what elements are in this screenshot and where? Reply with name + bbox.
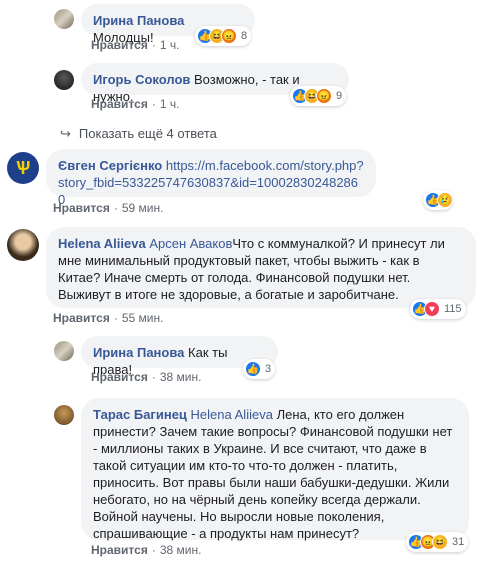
comment-actions: Нравится · 55 мин. [53, 311, 164, 325]
comment-actions: Нравится · 59 мин. [53, 201, 164, 215]
comment-author[interactable]: Игорь Соколов [93, 72, 190, 87]
angry-reaction-icon: 😠 [316, 88, 332, 104]
reaction-count: 8 [241, 30, 248, 42]
timestamp[interactable]: 59 мин. [122, 201, 164, 215]
reaction-summary[interactable]: 👍 3 [243, 359, 276, 379]
comment-actions: Нравится · 38 мин. [91, 370, 202, 384]
reaction-count: 115 [444, 303, 462, 315]
reaction-count: 31 [452, 536, 465, 548]
like-link[interactable]: Нравится [91, 370, 148, 384]
comment-bubble: Helena Aliieva Арсен АваковЧто с коммуна… [46, 227, 476, 308]
timestamp[interactable]: 38 мин. [160, 370, 202, 384]
avatar[interactable] [54, 9, 74, 29]
avatar[interactable] [54, 341, 74, 361]
reaction-count: 3 [265, 363, 272, 375]
trident-icon: Ѱ [15, 157, 31, 178]
comment-actions: Нравится · 1 ч. [91, 97, 180, 111]
avatar[interactable] [7, 229, 39, 261]
timestamp[interactable]: 1 ч. [160, 38, 180, 52]
mention-link[interactable]: Helena Aliieva [191, 407, 273, 422]
sad-reaction-icon: 😢 [437, 192, 453, 208]
reaction-count: 9 [336, 90, 343, 102]
timestamp[interactable]: 1 ч. [160, 97, 180, 111]
timestamp[interactable]: 55 мин. [122, 311, 164, 325]
avatar[interactable]: Ѱ [7, 152, 39, 184]
angry-reaction-icon: 😠 [221, 28, 237, 44]
reply-arrow-icon: ↪ [60, 126, 71, 141]
like-link[interactable]: Нравится [53, 311, 110, 325]
comment-author[interactable]: Тарас Багинец [93, 407, 187, 422]
reaction-summary[interactable]: 👍 😢 [423, 190, 453, 210]
mention-link[interactable]: Арсен Аваков [149, 236, 232, 251]
comment-author[interactable]: Helena Aliieva [58, 236, 146, 251]
comment-author[interactable]: Ирина Панова [93, 13, 184, 28]
comment-author[interactable]: Ирина Панова [93, 345, 184, 360]
avatar[interactable] [54, 70, 74, 90]
comment-author[interactable]: Євген Сергієнко [58, 158, 162, 173]
comment-bubble: Тарас Багинец Helena Aliieva Лена, кто е… [81, 398, 469, 541]
reaction-summary[interactable]: 👍 😆 😠 8 [195, 26, 252, 46]
love-reaction-icon: ♥ [424, 301, 440, 317]
like-reaction-icon: 👍 [245, 361, 261, 377]
like-link[interactable]: Нравится [91, 97, 148, 111]
show-more-replies[interactable]: ↪ Показать ещё 4 ответа [60, 126, 217, 142]
comment-text: Лена, кто его должен принести? Зачем так… [93, 407, 453, 541]
comment-actions: Нравится · 38 мин. [91, 543, 202, 557]
timestamp[interactable]: 38 мин. [160, 543, 202, 557]
avatar[interactable] [54, 405, 74, 425]
haha-reaction-icon: 😆 [432, 534, 448, 550]
like-link[interactable]: Нравится [91, 543, 148, 557]
comment-actions: Нравится · 1 ч. [91, 38, 180, 52]
like-link[interactable]: Нравится [91, 38, 148, 52]
reaction-summary[interactable]: 👍 😆 😠 9 [290, 86, 347, 106]
show-more-label: Показать ещё 4 ответа [78, 126, 217, 141]
reaction-summary[interactable]: 👍 ♥ 115 [410, 299, 466, 319]
like-link[interactable]: Нравится [53, 201, 110, 215]
reaction-summary[interactable]: 👍 😠 😆 31 [406, 532, 469, 552]
comment-bubble: Євген Сергієнко https://m.facebook.com/s… [46, 149, 376, 207]
